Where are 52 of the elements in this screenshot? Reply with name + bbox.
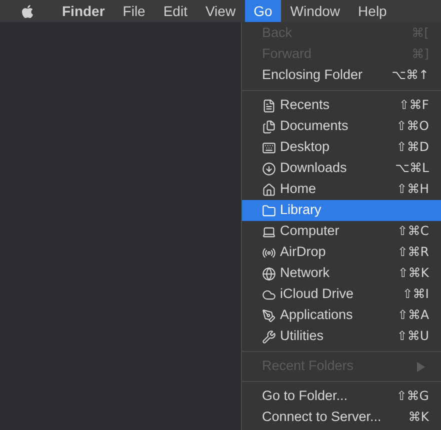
shortcut: ⇧⌘U — [396, 327, 429, 346]
shortcut: ⇧⌘R — [397, 243, 429, 262]
download-icon — [262, 162, 276, 176]
globe-icon — [262, 266, 276, 280]
menu-item[interactable]: Enclosing Folder ⌥⌘↑ — [242, 65, 441, 86]
menu-item[interactable]: Home ⇧⌘H — [242, 179, 441, 200]
shortcut: ⇧⌘K — [398, 264, 429, 282]
shortcut: ⇧⌘G — [396, 387, 429, 406]
shortcut: ⌘K — [408, 408, 429, 426]
documents-icon — [262, 120, 276, 134]
menu-bar-item[interactable]: Edit — [154, 0, 196, 22]
shortcut: ⇧⌘H — [396, 180, 429, 198]
menu-item[interactable]: Computer ⇧⌘C — [242, 221, 441, 242]
radio-waves-icon — [262, 246, 276, 260]
shortcut: ⇧⌘O — [396, 117, 429, 136]
laptop-icon — [262, 224, 276, 238]
house-icon — [262, 182, 276, 196]
menu-bar-item[interactable]: Go — [244, 0, 282, 22]
menu-item[interactable]: Recents ⇧⌘F — [242, 95, 441, 116]
keyboard-icon — [262, 140, 276, 154]
shortcut: ⇧⌘C — [397, 222, 429, 240]
submenu-arrow-icon — [417, 362, 425, 372]
menu-item[interactable]: Network ⇧⌘K — [242, 263, 441, 284]
menu-item[interactable]: Documents ⇧⌘O — [242, 116, 441, 137]
apple-logo-icon[interactable] — [20, 4, 35, 18]
menu-item[interactable]: Desktop ⇧⌘D — [242, 137, 441, 158]
wrench-icon — [262, 330, 276, 344]
shortcut: ⌘] — [412, 45, 429, 64]
menu-bar-item[interactable]: Window — [281, 0, 350, 22]
menu-item[interactable]: Connect to Server... ⌘K — [242, 407, 441, 428]
menu-item[interactable]: AirDrop ⇧⌘R — [242, 242, 441, 263]
menu-item[interactable]: Library — [242, 200, 441, 221]
menu-item[interactable]: Applications ⇧⌘A — [242, 305, 441, 326]
menu-item[interactable]: Go to Folder... ⇧⌘G — [242, 386, 441, 407]
shortcut: ⇧⌘D — [396, 138, 429, 156]
shortcut: ⌥⌘L — [395, 159, 429, 178]
menu-bar-item[interactable]: Finder — [53, 0, 114, 22]
shortcut: ⌥⌘↑ — [392, 66, 429, 84]
shortcut: ⌘[ — [412, 24, 429, 42]
folder-icon — [262, 204, 276, 218]
shortcut: ⇧⌘A — [397, 306, 429, 324]
menu-bar-item[interactable]: File — [114, 0, 154, 22]
shortcut: ⇧⌘F — [398, 96, 429, 114]
menu-item[interactable]: Utilities ⇧⌘U — [242, 326, 441, 347]
document-icon — [262, 98, 276, 112]
menu-item[interactable]: iCloud Drive ⇧⌘I — [242, 284, 441, 305]
shortcut: ⇧⌘I — [402, 285, 429, 304]
menu-item[interactable]: Downloads ⌥⌘L — [242, 158, 441, 179]
menu-bar-item[interactable]: View — [196, 0, 245, 22]
menu-bar-item[interactable]: Help — [349, 0, 396, 22]
pen-tool-icon — [262, 308, 276, 322]
cloud-icon — [262, 288, 276, 302]
